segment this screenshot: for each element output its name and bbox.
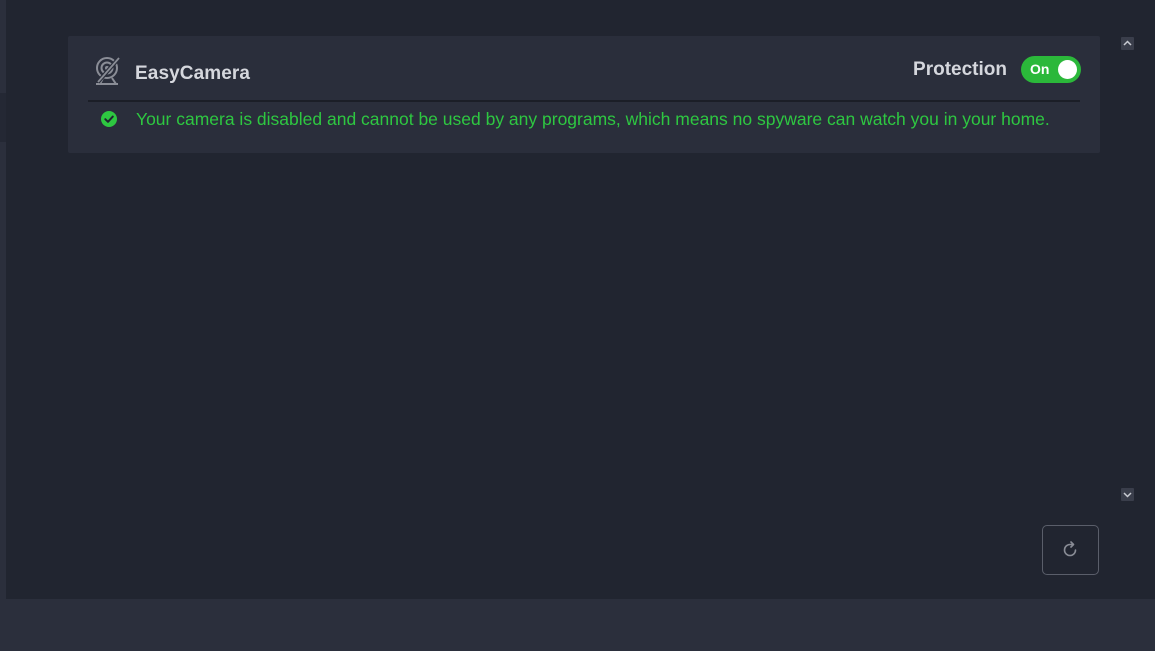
- app-name: EasyCamera: [135, 63, 251, 84]
- protection-toggle[interactable]: On: [1021, 56, 1081, 83]
- camera-card: EasyCamera Protection On Your camera is …: [68, 36, 1100, 153]
- toggle-knob: [1058, 60, 1077, 79]
- toggle-state-label: On: [1030, 61, 1050, 77]
- card-header: EasyCamera Protection On: [88, 36, 1081, 102]
- chevron-up-icon: [1123, 40, 1132, 46]
- check-circle-icon: [101, 111, 117, 127]
- chevron-down-icon: [1123, 492, 1132, 498]
- scroll-down-button[interactable]: [1121, 488, 1134, 501]
- scroll-up-button[interactable]: [1121, 37, 1134, 50]
- refresh-button[interactable]: [1042, 525, 1099, 575]
- protection-label: Protection: [913, 59, 1007, 80]
- webcam-icon: [94, 56, 122, 86]
- bottom-bar: [0, 599, 1155, 651]
- refresh-icon: [1063, 541, 1077, 557]
- status-message: Your camera is disabled and cannot be us…: [136, 109, 1050, 129]
